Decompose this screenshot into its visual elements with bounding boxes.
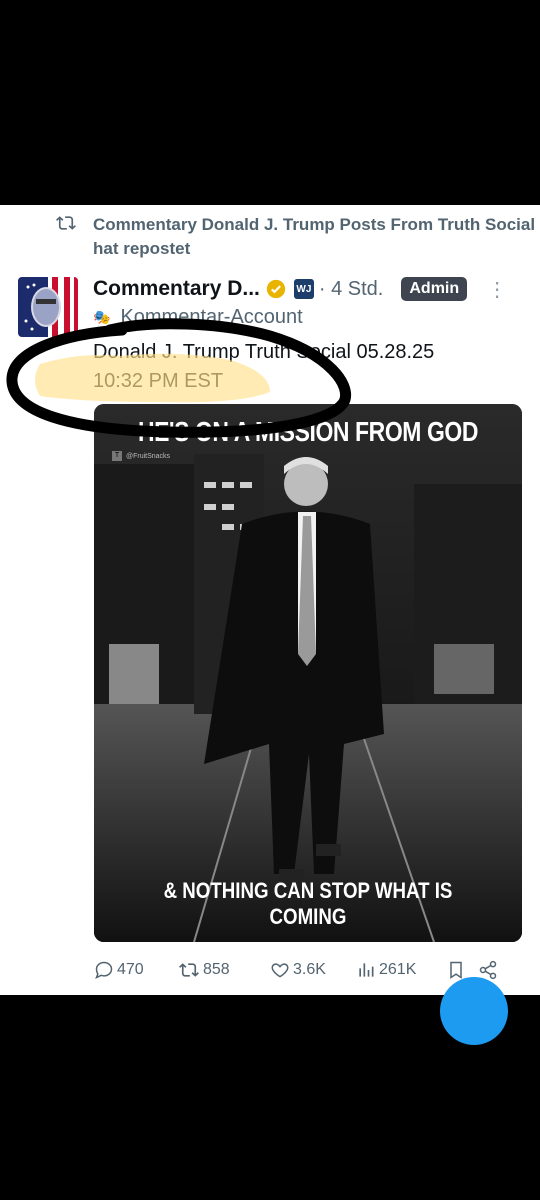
tweet-card[interactable]: Commentary Donald J. Trump Posts From Tr… [0,205,540,1045]
reply-button[interactable]: 470 [94,960,178,980]
post-time[interactable]: · 4 Std. [319,278,383,301]
repost-header: Commentary Donald J. Trump Posts From Tr… [55,213,536,261]
affiliate-badge[interactable]: WJ [293,279,314,299]
reply-icon [95,961,113,979]
post-line-1: Donald J. Trump Truth Social 05.28.25 [93,341,435,363]
reply-count: 470 [117,961,144,978]
author-row: Commentary D... WJ · 4 Std. Admin ⋮ [93,274,530,304]
meme-watermark: T @FruitSnacks [112,451,170,461]
post-line-2: 10:32 PM EST [93,370,224,392]
account-subtitle: 🎭 Kommentar-Account [93,306,303,329]
post-text: Donald J. Trump Truth Social 05.28.25 10… [93,338,513,396]
repost-icon [55,213,79,261]
like-count: 3.6K [293,961,326,978]
repost-button[interactable]: 858 [178,960,270,980]
repost-count: 858 [203,961,230,978]
watermark-text: @FruitSnacks [126,452,171,460]
truth-logo-icon: T [112,451,122,461]
compose-fab[interactable] [440,977,508,1045]
heart-icon [271,963,289,978]
mask-icon: 🎭 [93,309,111,325]
repost-text[interactable]: Commentary Donald J. Trump Posts From Tr… [93,213,536,261]
meme-bottom-text: & NOTHING CAN STOP WHAT IS COMING [163,878,453,929]
admin-badge: Admin [401,277,468,301]
author-name[interactable]: Commentary D... [93,277,260,301]
action-bar: 470 858 3.6K 261K [94,957,520,983]
views-button[interactable]: 261K [356,960,446,980]
avatar[interactable] [18,277,78,337]
meme-top-text: HE'S ON A MISSION FROM GOD [137,416,479,447]
gold-check-icon [266,279,286,299]
meme-photo [94,404,522,942]
more-options-icon[interactable]: ⋮ [487,277,507,302]
like-button[interactable]: 3.6K [270,960,356,980]
views-count: 261K [379,961,417,978]
subtitle-text: Kommentar-Account [120,306,303,328]
views-chart-icon [359,963,374,977]
post-image[interactable]: HE'S ON A MISSION FROM GOD T @FruitSnacks… [94,404,522,942]
repost-action-icon [179,963,199,977]
